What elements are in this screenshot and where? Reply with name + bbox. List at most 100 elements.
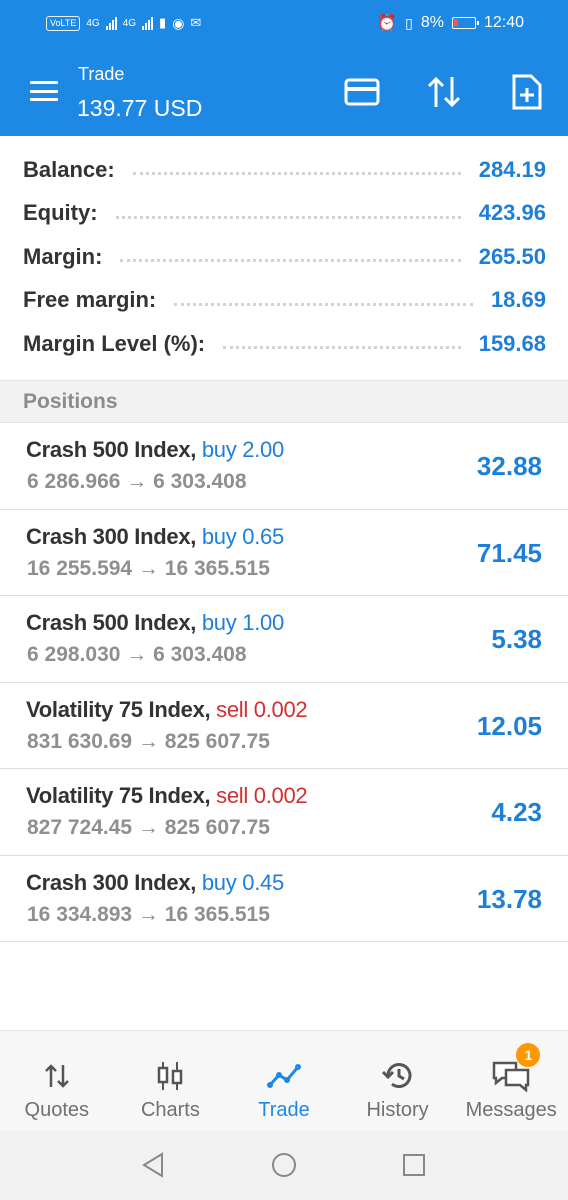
app-bar: Trade 139.77 USD: [0, 46, 568, 136]
position-title: Volatility 75 Index, sell 0.002: [26, 696, 308, 723]
page-title: Trade: [78, 64, 125, 84]
dotted-leader: [115, 215, 461, 219]
sync-icon: ◉: [172, 14, 185, 31]
system-navigation-bar: [0, 1130, 568, 1200]
charts-icon: [156, 1059, 184, 1093]
summary-label: Margin:: [23, 243, 103, 269]
position-symbol: Volatility 75 Index,: [26, 696, 211, 722]
position-symbol: Crash 500 Index,: [26, 437, 197, 462]
battery-icon: [451, 17, 479, 29]
position-symbol: Crash 500 Index,: [26, 610, 197, 635]
nav-label: Charts: [140, 1099, 200, 1121]
summary-value: 159.68: [478, 330, 546, 356]
position-profit: 4.23: [491, 797, 542, 827]
summary-label: Balance:: [23, 156, 115, 182]
home-icon[interactable]: [264, 1145, 304, 1185]
position-row[interactable]: Volatility 75 Index, sell 0.002 831 630.…: [0, 683, 568, 769]
position-row[interactable]: Crash 500 Index, buy 1.00 6 298.030 → 6 …: [0, 596, 568, 683]
position-type: buy 0.65: [201, 523, 284, 549]
summary-value: 265.50: [478, 243, 546, 269]
account-summary: Balance: 284.19 Equity: 423.96 Margin: 2…: [0, 148, 568, 366]
message-count-badge: 1: [516, 1043, 541, 1067]
summary-value: 18.69: [490, 287, 546, 313]
summary-value: 284.19: [478, 156, 546, 182]
nav-trade[interactable]: Trade: [227, 1031, 341, 1130]
new-order-icon[interactable]: [505, 70, 549, 114]
position-title: Crash 300 Index, buy 0.45: [26, 870, 284, 896]
dotted-leader: [120, 259, 461, 263]
notification-icon: ▮: [159, 15, 167, 30]
position-profit: 5.38: [491, 624, 542, 654]
position-prices: 831 630.69 → 825 607.75: [27, 729, 270, 753]
summary-row-free-margin: Free margin: 18.69: [0, 279, 568, 323]
history-icon: [381, 1059, 414, 1093]
position-type: buy 0.45: [201, 869, 284, 895]
quotes-icon: [43, 1059, 71, 1093]
nav-messages[interactable]: 1 Messages: [454, 1031, 568, 1130]
position-symbol: Crash 300 Index,: [26, 523, 197, 549]
summary-value: 423.96: [478, 200, 546, 226]
status-right: ⏰ ▯ 8% 12:40: [377, 13, 524, 33]
position-row[interactable]: Crash 500 Index, buy 2.00 6 286.966 → 6 …: [0, 423, 568, 510]
mail-icon: ✉: [190, 15, 202, 30]
position-symbol: Crash 300 Index,: [26, 869, 197, 895]
summary-row-margin-level: Margin Level (%): 159.68: [0, 322, 568, 366]
nav-label: History: [366, 1099, 429, 1121]
signal-icon: [105, 16, 117, 30]
position-title: Crash 500 Index, buy 2.00: [26, 437, 284, 463]
nav-quotes[interactable]: Quotes: [0, 1031, 114, 1130]
position-profit: 12.05: [476, 710, 542, 741]
status-bar: VoLTE 4G 4G ▮ ◉ ✉ ⏰ ▯ 8% 12:40: [0, 0, 568, 46]
back-icon[interactable]: [134, 1145, 174, 1185]
recents-icon[interactable]: [394, 1145, 434, 1185]
positions-header-label: Positions: [23, 389, 118, 413]
position-row[interactable]: Crash 300 Index, buy 0.45 16 334.893 → 1…: [0, 856, 568, 942]
position-type: sell 0.002: [216, 696, 308, 722]
position-prices: 827 724.45 → 825 607.75: [27, 816, 270, 839]
nav-history[interactable]: History: [341, 1031, 455, 1130]
summary-label: Margin Level (%):: [23, 330, 206, 356]
clock: 12:40: [483, 14, 524, 31]
position-prices: 6 286.966 → 6 303.408: [27, 470, 247, 493]
alarm-icon: ⏰: [377, 15, 398, 32]
menu-icon[interactable]: [28, 76, 60, 106]
signal-icon-2: [142, 16, 154, 30]
position-row[interactable]: Volatility 75 Index, sell 0.002 827 724.…: [0, 769, 568, 856]
summary-row-margin: Margin: 265.50: [0, 235, 568, 279]
dotted-leader: [174, 302, 473, 306]
position-prices: 16 334.893 → 16 365.515: [27, 902, 270, 926]
nav-label: Messages: [465, 1099, 557, 1121]
vibrate-icon: ▯: [405, 14, 413, 31]
card-icon[interactable]: [340, 70, 384, 114]
positions-list: Crash 500 Index, buy 2.00 6 286.966 → 6 …: [0, 423, 568, 942]
position-title: Volatility 75 Index, sell 0.002: [26, 783, 308, 809]
sort-icon[interactable]: [422, 70, 466, 114]
volte-indicator: VoLTE: [46, 15, 81, 31]
position-title: Crash 300 Index, buy 0.65: [26, 524, 284, 550]
position-prices: 6 298.030 → 6 303.408: [27, 643, 247, 666]
position-profit: 71.45: [476, 537, 542, 568]
position-type: sell 0.002: [216, 783, 308, 808]
position-row[interactable]: Crash 300 Index, buy 0.65 16 255.594 → 1…: [0, 510, 568, 596]
summary-label: Equity:: [23, 200, 98, 226]
position-symbol: Volatility 75 Index,: [26, 783, 211, 808]
bottom-navigation: Quotes Charts Trade History 1 Messages: [0, 1030, 568, 1130]
nav-label: Quotes: [24, 1099, 90, 1121]
network-type-1: 4G: [86, 17, 100, 29]
status-left: VoLTE 4G 4G ▮ ◉ ✉: [46, 15, 201, 32]
position-profit: 32.88: [476, 451, 542, 481]
position-prices: 16 255.594 → 16 365.515: [27, 556, 270, 580]
network-type-2: 4G: [122, 17, 137, 29]
nav-label: Trade: [258, 1099, 310, 1121]
summary-row-balance: Balance: 284.19: [0, 148, 568, 192]
positions-section-header: Positions: [0, 380, 568, 423]
dotted-leader: [132, 172, 461, 176]
account-balance-header: 139.77 USD: [77, 95, 203, 121]
trade-icon: [266, 1059, 301, 1093]
summary-row-equity: Equity: 423.96: [0, 192, 568, 236]
battery-percent: 8%: [420, 14, 444, 31]
position-type: buy 1.00: [201, 610, 284, 635]
position-title: Crash 500 Index, buy 1.00: [26, 610, 284, 636]
position-profit: 13.78: [476, 883, 542, 914]
nav-charts[interactable]: Charts: [114, 1031, 228, 1130]
